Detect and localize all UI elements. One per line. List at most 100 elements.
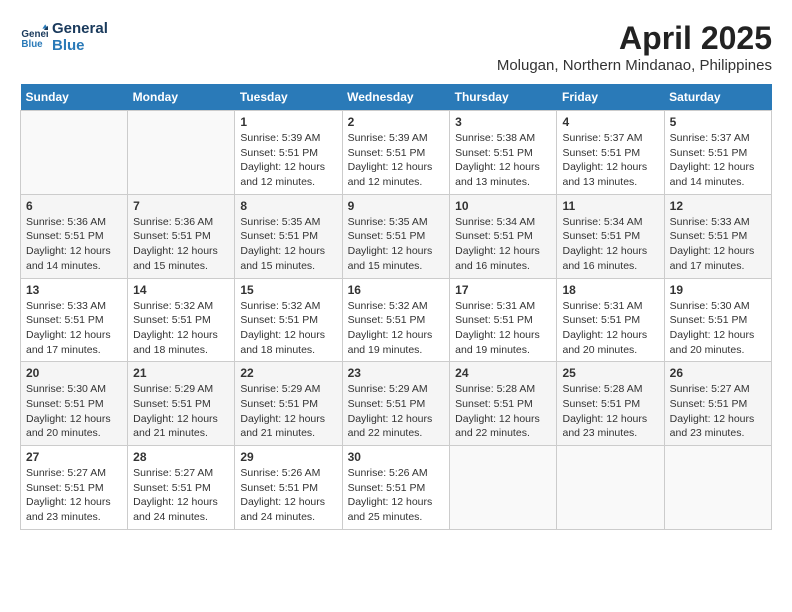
day-info: Sunrise: 5:33 AMSunset: 5:51 PMDaylight:… xyxy=(26,299,122,358)
day-number: 25 xyxy=(562,366,658,380)
calendar-cell: 12 Sunrise: 5:33 AMSunset: 5:51 PMDayligh… xyxy=(664,194,771,278)
day-info: Sunrise: 5:30 AMSunset: 5:51 PMDaylight:… xyxy=(670,299,766,358)
calendar-cell: 2 Sunrise: 5:39 AMSunset: 5:51 PMDaylight… xyxy=(342,111,450,195)
calendar-cell: 4 Sunrise: 5:37 AMSunset: 5:51 PMDaylight… xyxy=(557,111,664,195)
day-number: 12 xyxy=(670,199,766,213)
logo-general: General xyxy=(52,20,108,37)
day-number: 9 xyxy=(348,199,445,213)
day-info: Sunrise: 5:36 AMSunset: 5:51 PMDaylight:… xyxy=(26,215,122,274)
day-number: 24 xyxy=(455,366,551,380)
header-wednesday: Wednesday xyxy=(342,84,450,111)
calendar-cell xyxy=(21,111,128,195)
header-sunday: Sunday xyxy=(21,84,128,111)
calendar-cell: 3 Sunrise: 5:38 AMSunset: 5:51 PMDaylight… xyxy=(450,111,557,195)
logo: General Blue General Blue xyxy=(20,20,108,54)
day-number: 23 xyxy=(348,366,445,380)
calendar-cell: 21Sunrise: 5:29 AMSunset: 5:51 PMDayligh… xyxy=(128,362,235,446)
day-info: Sunrise: 5:26 AMSunset: 5:51 PMDaylight:… xyxy=(348,466,445,525)
calendar-cell: 10Sunrise: 5:34 AMSunset: 5:51 PMDayligh… xyxy=(450,194,557,278)
calendar-cell: 17Sunrise: 5:31 AMSunset: 5:51 PMDayligh… xyxy=(450,278,557,362)
calendar-week-row: 13 Sunrise: 5:33 AMSunset: 5:51 PMDayligh… xyxy=(21,278,772,362)
day-info: Sunrise: 5:39 AMSunset: 5:51 PMDaylight:… xyxy=(348,131,445,190)
calendar-cell xyxy=(557,446,664,530)
day-info: Sunrise: 5:28 AMSunset: 5:51 PMDaylight:… xyxy=(562,382,658,441)
day-number: 21 xyxy=(133,366,229,380)
calendar-cell xyxy=(664,446,771,530)
day-info: Sunrise: 5:33 AMSunset: 5:51 PMDaylight:… xyxy=(670,215,766,274)
calendar-cell: 5Sunrise: 5:37 AMSunset: 5:51 PMDaylight… xyxy=(664,111,771,195)
calendar-cell xyxy=(128,111,235,195)
day-number: 8 xyxy=(240,199,336,213)
day-info: Sunrise: 5:37 AMSunset: 5:51 PMDaylight:… xyxy=(670,131,766,190)
day-info: Sunrise: 5:39 AMSunset: 5:51 PMDaylight:… xyxy=(240,131,336,190)
day-info: Sunrise: 5:27 AMSunset: 5:51 PMDaylight:… xyxy=(670,382,766,441)
day-number: 14 xyxy=(133,283,229,297)
svg-text:Blue: Blue xyxy=(21,39,43,50)
day-info: Sunrise: 5:27 AMSunset: 5:51 PMDaylight:… xyxy=(26,466,122,525)
calendar-cell: 30 Sunrise: 5:26 AMSunset: 5:51 PMDayligh… xyxy=(342,446,450,530)
calendar-cell: 6 Sunrise: 5:36 AMSunset: 5:51 PMDaylight… xyxy=(21,194,128,278)
day-number: 18 xyxy=(562,283,658,297)
day-number: 7 xyxy=(133,199,229,213)
title-block: April 2025 Molugan, Northern Mindanao, P… xyxy=(497,20,772,74)
day-number: 13 xyxy=(26,283,122,297)
day-info: Sunrise: 5:34 AMSunset: 5:51 PMDaylight:… xyxy=(562,215,658,274)
header-thursday: Thursday xyxy=(450,84,557,111)
day-info: Sunrise: 5:37 AMSunset: 5:51 PMDaylight:… xyxy=(562,131,658,190)
day-number: 10 xyxy=(455,199,551,213)
calendar-cell xyxy=(450,446,557,530)
calendar-cell: 24Sunrise: 5:28 AMSunset: 5:51 PMDayligh… xyxy=(450,362,557,446)
calendar-header-row: SundayMondayTuesdayWednesdayThursdayFrid… xyxy=(21,84,772,111)
day-info: Sunrise: 5:36 AMSunset: 5:51 PMDaylight:… xyxy=(133,215,229,274)
calendar-cell: 15Sunrise: 5:32 AMSunset: 5:51 PMDayligh… xyxy=(235,278,342,362)
day-info: Sunrise: 5:35 AMSunset: 5:51 PMDaylight:… xyxy=(240,215,336,274)
calendar-week-row: 20 Sunrise: 5:30 AMSunset: 5:51 PMDayligh… xyxy=(21,362,772,446)
calendar-title: April 2025 xyxy=(497,20,772,57)
day-number: 29 xyxy=(240,450,336,464)
day-info: Sunrise: 5:26 AMSunset: 5:51 PMDaylight:… xyxy=(240,466,336,525)
day-number: 20 xyxy=(26,366,122,380)
calendar-cell: 22 Sunrise: 5:29 AMSunset: 5:51 PMDayligh… xyxy=(235,362,342,446)
calendar-cell: 29 Sunrise: 5:26 AMSunset: 5:51 PMDayligh… xyxy=(235,446,342,530)
header-tuesday: Tuesday xyxy=(235,84,342,111)
calendar-cell: 25 Sunrise: 5:28 AMSunset: 5:51 PMDayligh… xyxy=(557,362,664,446)
calendar-cell: 23 Sunrise: 5:29 AMSunset: 5:51 PMDayligh… xyxy=(342,362,450,446)
calendar-cell: 20 Sunrise: 5:30 AMSunset: 5:51 PMDayligh… xyxy=(21,362,128,446)
day-info: Sunrise: 5:32 AMSunset: 5:51 PMDaylight:… xyxy=(240,299,336,358)
calendar-cell: 19 Sunrise: 5:30 AMSunset: 5:51 PMDayligh… xyxy=(664,278,771,362)
day-number: 22 xyxy=(240,366,336,380)
page-header: General Blue General Blue April 2025 Mol… xyxy=(20,20,772,74)
day-number: 30 xyxy=(348,450,445,464)
day-info: Sunrise: 5:29 AMSunset: 5:51 PMDaylight:… xyxy=(240,382,336,441)
calendar-cell: 8 Sunrise: 5:35 AMSunset: 5:51 PMDaylight… xyxy=(235,194,342,278)
day-number: 11 xyxy=(562,199,658,213)
header-monday: Monday xyxy=(128,84,235,111)
calendar-cell: 18Sunrise: 5:31 AMSunset: 5:51 PMDayligh… xyxy=(557,278,664,362)
calendar-cell: 11 Sunrise: 5:34 AMSunset: 5:51 PMDayligh… xyxy=(557,194,664,278)
day-info: Sunrise: 5:27 AMSunset: 5:51 PMDaylight:… xyxy=(133,466,229,525)
day-number: 1 xyxy=(240,115,336,129)
day-number: 19 xyxy=(670,283,766,297)
day-number: 3 xyxy=(455,115,551,129)
day-number: 27 xyxy=(26,450,122,464)
calendar-cell: 28Sunrise: 5:27 AMSunset: 5:51 PMDayligh… xyxy=(128,446,235,530)
calendar-cell: 1 Sunrise: 5:39 AMSunset: 5:51 PMDaylight… xyxy=(235,111,342,195)
calendar-cell: 14Sunrise: 5:32 AMSunset: 5:51 PMDayligh… xyxy=(128,278,235,362)
day-number: 6 xyxy=(26,199,122,213)
day-info: Sunrise: 5:38 AMSunset: 5:51 PMDaylight:… xyxy=(455,131,551,190)
calendar-cell: 26Sunrise: 5:27 AMSunset: 5:51 PMDayligh… xyxy=(664,362,771,446)
calendar-table: SundayMondayTuesdayWednesdayThursdayFrid… xyxy=(20,84,772,530)
day-info: Sunrise: 5:30 AMSunset: 5:51 PMDaylight:… xyxy=(26,382,122,441)
calendar-cell: 13 Sunrise: 5:33 AMSunset: 5:51 PMDayligh… xyxy=(21,278,128,362)
calendar-week-row: 6 Sunrise: 5:36 AMSunset: 5:51 PMDaylight… xyxy=(21,194,772,278)
day-number: 4 xyxy=(562,115,658,129)
day-info: Sunrise: 5:29 AMSunset: 5:51 PMDaylight:… xyxy=(348,382,445,441)
header-saturday: Saturday xyxy=(664,84,771,111)
calendar-cell: 7 Sunrise: 5:36 AMSunset: 5:51 PMDaylight… xyxy=(128,194,235,278)
day-number: 17 xyxy=(455,283,551,297)
day-number: 2 xyxy=(348,115,445,129)
calendar-cell: 27 Sunrise: 5:27 AMSunset: 5:51 PMDayligh… xyxy=(21,446,128,530)
calendar-week-row: 27 Sunrise: 5:27 AMSunset: 5:51 PMDayligh… xyxy=(21,446,772,530)
calendar-week-row: 1 Sunrise: 5:39 AMSunset: 5:51 PMDaylight… xyxy=(21,111,772,195)
calendar-cell: 9Sunrise: 5:35 AMSunset: 5:51 PMDaylight… xyxy=(342,194,450,278)
